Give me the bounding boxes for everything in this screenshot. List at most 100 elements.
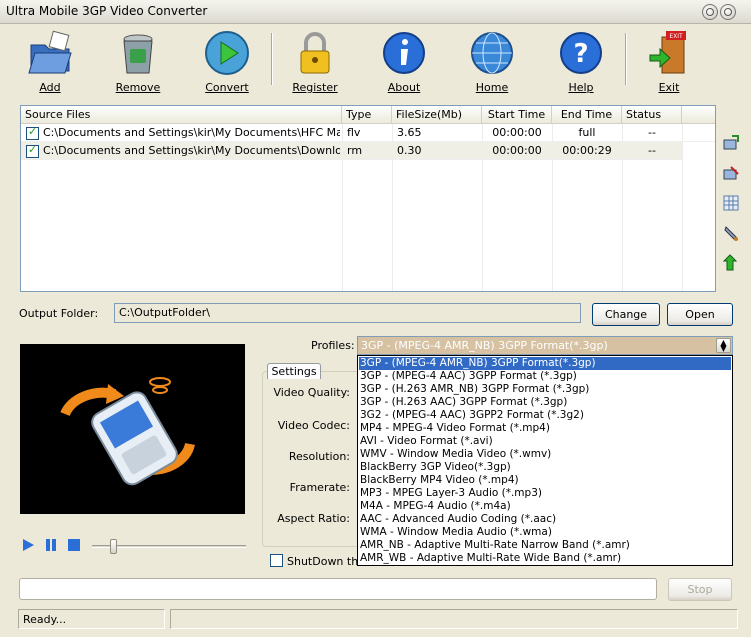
column-header-type[interactable]: Type (342, 106, 392, 124)
minimize-button[interactable] (702, 4, 718, 20)
status-cell: -- (648, 144, 656, 157)
help-label: Help (568, 81, 594, 94)
output-folder-field[interactable]: C:\OutputFolder\ (114, 303, 581, 323)
shutdown-checkbox[interactable] (270, 554, 283, 567)
profile-option[interactable]: M4A - MPEG-4 Audio (*.m4a) (359, 500, 731, 513)
status-cell: -- (648, 126, 656, 139)
status-bar: Ready... (0, 606, 751, 637)
profile-option[interactable]: AAC - Advanced Audio Coding (*.aac) (359, 513, 731, 526)
end-time-cell: 00:00:29 (562, 144, 612, 157)
framerate-label: Framerate: (289, 481, 350, 494)
svg-text:EXIT: EXIT (669, 33, 683, 40)
convert-label: Convert (205, 81, 249, 94)
conversion-progress-bar (19, 578, 657, 600)
green-arrow-icon[interactable] (722, 254, 740, 272)
info-icon (383, 32, 425, 74)
exit-button[interactable]: EXIT Exit (637, 29, 701, 95)
remove-button[interactable]: Remove (106, 29, 170, 95)
profile-option[interactable]: BlackBerry MP4 Video (*.mp4) (359, 474, 731, 487)
table-row[interactable]: C:\Documents and Settings\kir\My Documen… (21, 142, 682, 160)
profile-option[interactable]: AVI - Video Format (*.avi) (359, 435, 731, 448)
change-button[interactable]: Change (592, 303, 660, 326)
column-header-status[interactable]: Status (622, 106, 682, 124)
svg-text:?: ? (573, 39, 588, 69)
trash-can-icon (123, 34, 153, 74)
add-button[interactable]: Add (18, 29, 82, 95)
main-window: Ultra Mobile 3GP Video Converter Add Rem… (0, 0, 751, 637)
convert-button[interactable]: Convert (195, 29, 259, 95)
profile-option[interactable]: WMV - Window Media Video (*.wmv) (359, 448, 731, 461)
stop-icon[interactable] (67, 538, 81, 552)
wrench-icon[interactable] (722, 224, 740, 242)
column-divider (682, 124, 683, 291)
profile-option[interactable]: 3GP - (H.263 AAC) 3GPP Format (*.3gp) (359, 396, 731, 409)
exit-door-icon: EXIT (649, 31, 686, 74)
end-time-cell: full (578, 126, 596, 139)
toolbar-separator (625, 33, 627, 85)
help-button[interactable]: ? Help (549, 29, 613, 95)
remove-row-icon[interactable] (722, 164, 740, 182)
video-preview (20, 344, 245, 514)
profile-option[interactable]: 3GP - (H.263 AMR_NB) 3GPP Format (*.3gp) (359, 383, 731, 396)
type-cell: flv (347, 126, 361, 139)
row-checkbox[interactable] (26, 143, 39, 158)
open-button[interactable]: Open (667, 303, 733, 326)
profile-option[interactable]: AMR_WB - Adaptive Multi-Rate Wide Band (… (359, 552, 731, 565)
pause-icon[interactable] (44, 538, 58, 552)
home-label: Home (475, 81, 509, 94)
status-text: Ready... (18, 609, 165, 629)
mobile-phone-logo-icon (60, 377, 195, 486)
seek-slider-thumb[interactable] (110, 539, 117, 554)
stop-button[interactable]: Stop (668, 578, 732, 601)
start-time-cell: 00:00:00 (492, 126, 542, 139)
tab-settings[interactable]: Settings (267, 363, 321, 379)
play-convert-icon (205, 31, 249, 75)
padlock-icon (300, 32, 330, 74)
resolution-label: Resolution: (288, 450, 350, 463)
profile-option[interactable]: 3GP - (MPEG-4 AAC) 3GPP Format (*.3gp) (359, 370, 731, 383)
play-icon[interactable] (21, 538, 35, 552)
chevron-down-icon[interactable]: ▲ ▼ (716, 338, 731, 353)
profile-option[interactable]: 3GP - (MPEG-4 AMR_NB) 3GPP Format(*.3gp) (359, 357, 731, 370)
column-header-filesize[interactable]: FileSize(Mb) (392, 106, 482, 124)
row-checkbox[interactable] (26, 125, 39, 140)
profile-option[interactable]: MP3 - MPEG Layer-3 Audio (*.mp3) (359, 487, 731, 500)
output-folder-label: Output Folder: (19, 307, 99, 320)
profile-option[interactable]: MP4 - MPEG-4 Video Format (*.mp4) (359, 422, 731, 435)
about-button[interactable]: About (372, 29, 436, 95)
profiles-dropdown-list[interactable]: 3GP - (MPEG-4 AMR_NB) 3GPP Format(*.3gp)… (357, 355, 733, 566)
table-row[interactable]: C:\Documents and Settings\kir\My Documen… (21, 124, 715, 142)
shutdown-label: ShutDown the (287, 555, 365, 568)
register-label: Register (292, 81, 338, 94)
remove-label: Remove (115, 81, 161, 94)
filesize-cell: 0.30 (397, 144, 422, 157)
add-row-icon[interactable] (722, 134, 740, 152)
title-bar: Ultra Mobile 3GP Video Converter (0, 0, 751, 24)
profile-option[interactable]: AMR_NB - Adaptive Multi-Rate Narrow Band… (359, 539, 731, 552)
toolbar: Add Remove Convert Register About Home ?… (0, 25, 751, 97)
profile-option[interactable]: WMA - Window Media Audio (*.wma) (359, 526, 731, 539)
profile-option[interactable]: BlackBerry 3GP Video(*.3gp) (359, 461, 731, 474)
globe-icon (471, 32, 513, 74)
window-title: Ultra Mobile 3GP Video Converter (6, 4, 208, 18)
close-button[interactable] (720, 4, 736, 20)
column-header-start-time[interactable]: Start Time (482, 106, 552, 124)
file-list[interactable]: Source Files Type FileSize(Mb) Start Tim… (20, 105, 716, 292)
video-quality-label: Video Quality: (273, 386, 350, 399)
column-header-end-time[interactable]: End Time (552, 106, 622, 124)
column-header-empty (682, 106, 715, 124)
status-panel-empty (170, 609, 738, 629)
add-label: Add (39, 81, 61, 94)
profile-option[interactable]: 3G2 - (MPEG-4 AAC) 3GPP2 Format (*.3g2) (359, 409, 731, 422)
video-codec-label: Video Codec: (277, 419, 350, 432)
grid-icon[interactable] (722, 194, 740, 212)
profiles-select[interactable]: 3GP - (MPEG-4 AMR_NB) 3GPP Format(*.3gp)… (357, 336, 733, 355)
source-file-cell: C:\Documents and Settings\kir\My Documen… (43, 126, 340, 139)
exit-label: Exit (658, 81, 680, 94)
home-button[interactable]: Home (460, 29, 524, 95)
register-button[interactable]: Register (283, 29, 347, 95)
profiles-selected-value: 3GP - (MPEG-4 AMR_NB) 3GPP Format(*.3gp) (361, 339, 608, 352)
column-header-source[interactable]: Source Files (21, 106, 342, 124)
start-time-cell: 00:00:00 (492, 144, 542, 157)
toolbar-separator (271, 33, 273, 85)
